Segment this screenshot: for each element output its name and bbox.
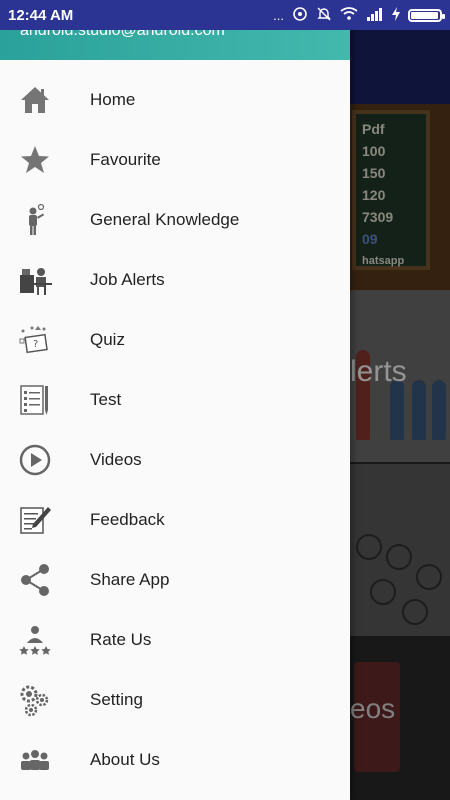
menu-item-label: About Us	[90, 750, 160, 769]
menu-item-general-knowledge[interactable]: General Knowledge	[0, 190, 350, 250]
menu-item-job-alerts[interactable]: Job Alerts	[0, 250, 350, 310]
menu-item-share-app[interactable]: Share App	[0, 550, 350, 610]
status-icons: ...	[273, 6, 445, 25]
battery-fill	[411, 11, 438, 19]
drawer-scrim[interactable]	[350, 30, 450, 800]
desk-worker-icon	[17, 262, 53, 298]
menu-item-label: Job Alerts	[90, 270, 165, 289]
status-bar: 12:44 AM ...	[0, 0, 450, 30]
menu-item-videos[interactable]: Videos	[0, 430, 350, 490]
gears-icon	[17, 682, 53, 718]
menu-item-quiz[interactable]: ? Quiz	[0, 310, 350, 370]
wifi-icon	[340, 6, 358, 24]
star-icon	[17, 142, 53, 178]
menu-item-label: Feedback	[90, 510, 165, 529]
menu-item-setting[interactable]: Setting	[0, 670, 350, 730]
menu-item-label: Quiz	[90, 330, 125, 349]
hotspot-icon	[292, 6, 308, 25]
menu-item-label: Videos	[90, 450, 142, 469]
battery-icon	[408, 8, 445, 22]
quiz-icon: ?	[17, 322, 53, 358]
menu-item-about-us[interactable]: About Us	[0, 730, 350, 790]
menu-item-label: Setting	[90, 690, 143, 709]
home-icon	[17, 82, 53, 118]
menu-item-feedback[interactable]: Feedback	[0, 490, 350, 550]
menu-item-rate-us[interactable]: Rate Us	[0, 610, 350, 670]
rate-icon	[17, 622, 53, 658]
menu-item-label: Test	[90, 390, 122, 409]
person-idea-icon	[17, 202, 53, 238]
edit-note-icon	[17, 502, 53, 538]
menu-item-label: Home	[90, 90, 136, 109]
menu-item-label: General Knowledge	[90, 210, 240, 229]
navigation-drawer: android.studio@android.com Home Favourit…	[0, 0, 350, 800]
menu-item-label: Share App	[90, 570, 170, 589]
menu-item-favourite[interactable]: Favourite	[0, 130, 350, 190]
share-icon	[17, 562, 53, 598]
drawer-menu: Home Favourite General Knowledge Job Ale…	[0, 70, 350, 790]
charging-icon	[392, 6, 400, 24]
menu-item-label: Favourite	[90, 150, 161, 169]
svg-text:?: ?	[33, 339, 38, 350]
more-dots-icon: ...	[273, 7, 284, 23]
menu-item-label: Rate Us	[90, 630, 152, 649]
play-circle-icon	[17, 442, 53, 478]
mute-icon	[316, 6, 332, 25]
signal-icon	[366, 7, 384, 24]
status-time: 12:44 AM	[8, 6, 74, 24]
menu-item-test[interactable]: Test	[0, 370, 350, 430]
menu-item-home[interactable]: Home	[0, 70, 350, 130]
checklist-icon	[17, 382, 53, 418]
group-icon	[17, 742, 53, 778]
